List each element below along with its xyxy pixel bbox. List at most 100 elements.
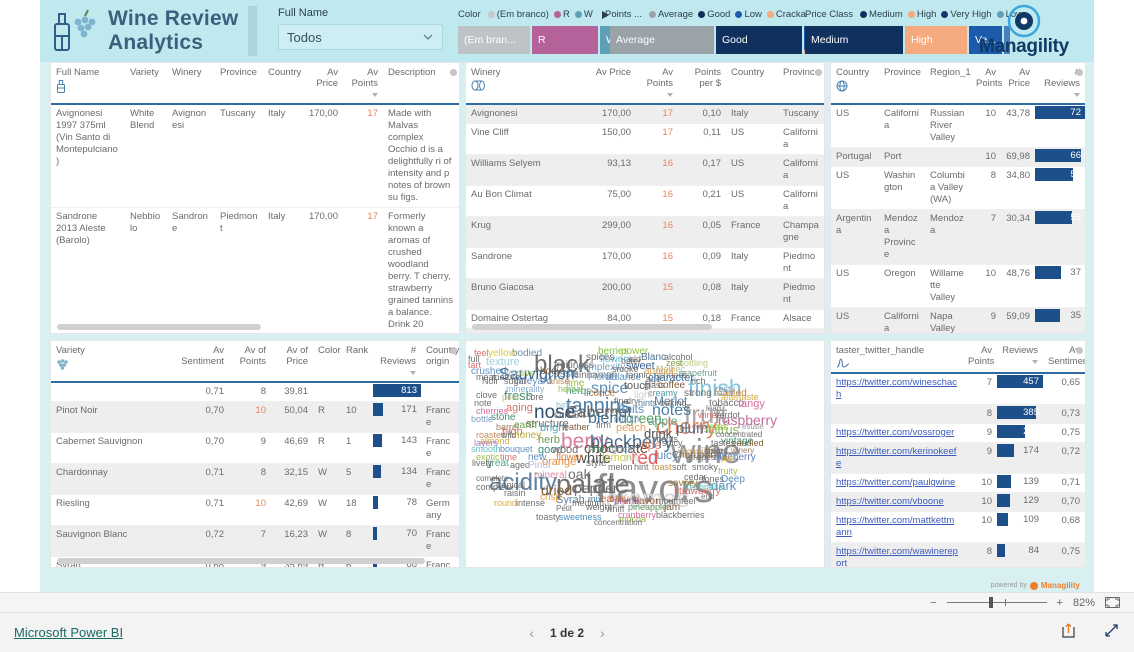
- table-row[interactable]: 8 385 0,73: [831, 404, 1085, 424]
- word-cloud-word[interactable]: smoky: [692, 463, 718, 472]
- chevron-right-icon[interactable]: ›: [600, 625, 605, 641]
- table-row[interactable]: Sandrone 2013 Aleste (Barolo) Nebbiolo S…: [51, 207, 459, 333]
- table-row[interactable]: https://twitter.com/kerinokeefe 9 174 0,72: [831, 442, 1085, 474]
- col-country[interactable]: Country: [726, 63, 778, 105]
- wine-detail-table-visual[interactable]: Full Name Variety Winery Province Countr…: [50, 62, 460, 334]
- taster-handle-link[interactable]: https://twitter.com/mattkettmann: [836, 515, 954, 538]
- word-cloud-word[interactable]: hint: [634, 463, 649, 472]
- color-segment[interactable]: (Em bran...: [458, 26, 530, 54]
- microsoft-power-bi-link[interactable]: Microsoft Power BI: [14, 625, 123, 640]
- table-row[interactable]: https://twitter.com/vossroger 9 272 0,75: [831, 423, 1085, 443]
- region-table-visual[interactable]: Country Province Region_1 Av Points Av P…: [830, 62, 1086, 334]
- col-av-price[interactable]: Av Price: [578, 63, 636, 105]
- points-segment-bar[interactable]: Average Good: [610, 26, 832, 54]
- vertical-scrollbar[interactable]: [1076, 69, 1083, 76]
- word-cloud-word[interactable]: pear: [502, 393, 520, 402]
- vertical-scrollbar[interactable]: [450, 347, 457, 354]
- word-cloud-word[interactable]: layers: [474, 439, 498, 448]
- word-cloud-word[interactable]: zest: [666, 359, 683, 368]
- fullname-slicer[interactable]: Todos: [278, 24, 443, 50]
- taster-table-visual[interactable]: taster_twitter_handle Av Points Reviews …: [830, 340, 1086, 568]
- table-row[interactable]: https://twitter.com/paulgwine 10 139 0,71: [831, 473, 1085, 493]
- word-cloud-word[interactable]: round: [494, 499, 517, 508]
- points-segment[interactable]: Good: [716, 26, 802, 54]
- word-cloud-word[interactable]: character: [648, 373, 694, 384]
- word-cloud-word[interactable]: spicy: [662, 439, 683, 448]
- table-row[interactable]: Sauvignon Blanc 0,72 7 16,23 W 8 70 France: [51, 525, 459, 557]
- col-variety[interactable]: Variety: [125, 63, 167, 105]
- word-cloud-word[interactable]: mouth: [614, 415, 639, 424]
- winery-table-visual[interactable]: Winery Av Price Av Points Points per $ C…: [465, 62, 825, 334]
- word-cloud-word[interactable]: honey: [514, 431, 541, 441]
- word-cloud-word[interactable]: strong: [684, 389, 712, 399]
- word-cloud-word[interactable]: clove: [476, 391, 497, 400]
- col-av-price[interactable]: Av Price: [1001, 63, 1035, 105]
- table-row[interactable]: Williams Selyem 93,13 16 0,17 US California: [466, 154, 824, 186]
- color-segment[interactable]: R: [532, 26, 598, 54]
- table-row[interactable]: Bruno Giacosa 200,00 15 0,08 Italy Piedmont: [466, 278, 824, 310]
- word-cloud-visual[interactable]: flavors wine palate aromas acidity fruit cherr…: [465, 340, 825, 568]
- table-row[interactable]: US Oregon Willamette Valley 10 48,76 37: [831, 264, 1085, 308]
- word-cloud-word[interactable]: currant: [554, 411, 585, 421]
- word-cloud-word[interactable]: Franc: [588, 445, 611, 454]
- word-cloud-word[interactable]: pulp: [624, 453, 641, 462]
- word-cloud-word[interactable]: aging: [506, 403, 533, 414]
- word-cloud-word[interactable]: years: [704, 423, 728, 433]
- taster-handle-link[interactable]: https://twitter.com/vossroger: [836, 427, 954, 438]
- table-row[interactable]: https://twitter.com/wineschach 7 457 0,65: [831, 373, 1085, 405]
- word-cloud-word[interactable]: Deep: [721, 475, 745, 485]
- col-points-per-dollar[interactable]: Points per $: [678, 63, 726, 105]
- col-description[interactable]: Description: [383, 63, 459, 105]
- word-cloud-word[interactable]: cola: [692, 423, 707, 431]
- word-cloud-word[interactable]: hint: [556, 401, 571, 410]
- word-cloud-word[interactable]: light: [634, 391, 652, 401]
- word-cloud-word[interactable]: earth: [514, 421, 537, 431]
- col-av-points[interactable]: Av Points: [343, 63, 383, 105]
- col-av-price[interactable]: Av of Price: [271, 341, 313, 383]
- word-cloud-word[interactable]: feel: [474, 349, 489, 358]
- col-av-price[interactable]: Av Price: [303, 63, 343, 105]
- word-cloud-word[interactable]: core: [526, 393, 544, 402]
- vertical-scrollbar[interactable]: [1076, 347, 1083, 354]
- word-cloud-word[interactable]: new: [528, 453, 546, 463]
- col-country[interactable]: Country: [831, 63, 879, 105]
- word-cloud-word[interactable]: mineral: [534, 471, 567, 481]
- taster-handle-link[interactable]: https://twitter.com/wawinereport: [836, 546, 958, 567]
- table-row[interactable]: US California Russian River Valley 10 43,78 7…: [831, 104, 1085, 148]
- table-row[interactable]: US California Napa Valley 9 59,09 35: [831, 307, 1085, 333]
- taster-handle-link[interactable]: https://twitter.com/paulgwine: [836, 477, 955, 488]
- col-av-sentiment[interactable]: Av Sentiment: [1043, 341, 1085, 374]
- word-cloud-word[interactable]: concentration: [594, 519, 642, 527]
- table-row[interactable]: US Washington Columbia Valley (WA) 8 34,80 54: [831, 166, 1085, 210]
- word-cloud-word[interactable]: baking: [660, 399, 687, 408]
- word-cloud-word[interactable]: peel: [721, 455, 736, 463]
- col-taster-handle[interactable]: taster_twitter_handle: [831, 341, 963, 374]
- horizontal-scrollbar[interactable]: [57, 558, 425, 564]
- table-row[interactable]: Krug 299,00 16 0,05 France Champagne: [466, 216, 824, 248]
- points-segment[interactable]: Average: [610, 26, 714, 54]
- word-cloud-word[interactable]: Petit: [556, 505, 572, 513]
- table-row[interactable]: Avignonesi 170,00 17 0,10 Italy Tuscany: [466, 104, 824, 124]
- fit-to-page-icon[interactable]: [1105, 597, 1120, 608]
- word-cloud-word[interactable]: freshness: [684, 483, 723, 492]
- fullscreen-icon[interactable]: [1103, 622, 1120, 644]
- cell-taster-handle[interactable]: https://twitter.com/vboone: [831, 492, 963, 512]
- table-row[interactable]: https://twitter.com/mattkettmann 10 109 0,6…: [831, 511, 1085, 543]
- price-class-segment[interactable]: Medium: [805, 26, 903, 54]
- table-row[interactable]: Chardonnay 0,71 8 32,15 W 5 134 France: [51, 463, 459, 495]
- word-cloud-word[interactable]: toasty: [536, 513, 560, 522]
- col-region[interactable]: Region_1: [925, 63, 971, 105]
- zoom-out-button[interactable]: −: [930, 597, 936, 609]
- table-row[interactable]: Avignonesi 1997 375ml (Vin Santo di Mont…: [51, 104, 459, 208]
- word-cloud-word[interactable]: fruity: [718, 467, 738, 476]
- col-full-name[interactable]: Full Name: [51, 63, 125, 105]
- col-av-points[interactable]: Av Points: [636, 63, 678, 105]
- word-cloud-word[interactable]: end: [701, 493, 714, 501]
- share-icon[interactable]: [1060, 622, 1077, 644]
- word-cloud-word[interactable]: firm: [596, 421, 611, 430]
- word-cloud-word[interactable]: toast: [652, 463, 672, 472]
- zoom-slider-thumb[interactable]: [988, 597, 993, 608]
- vertical-scrollbar[interactable]: [450, 69, 457, 76]
- horizontal-scrollbar[interactable]: [57, 324, 261, 330]
- cell-taster-handle[interactable]: https://twitter.com/mattkettmann: [831, 511, 963, 543]
